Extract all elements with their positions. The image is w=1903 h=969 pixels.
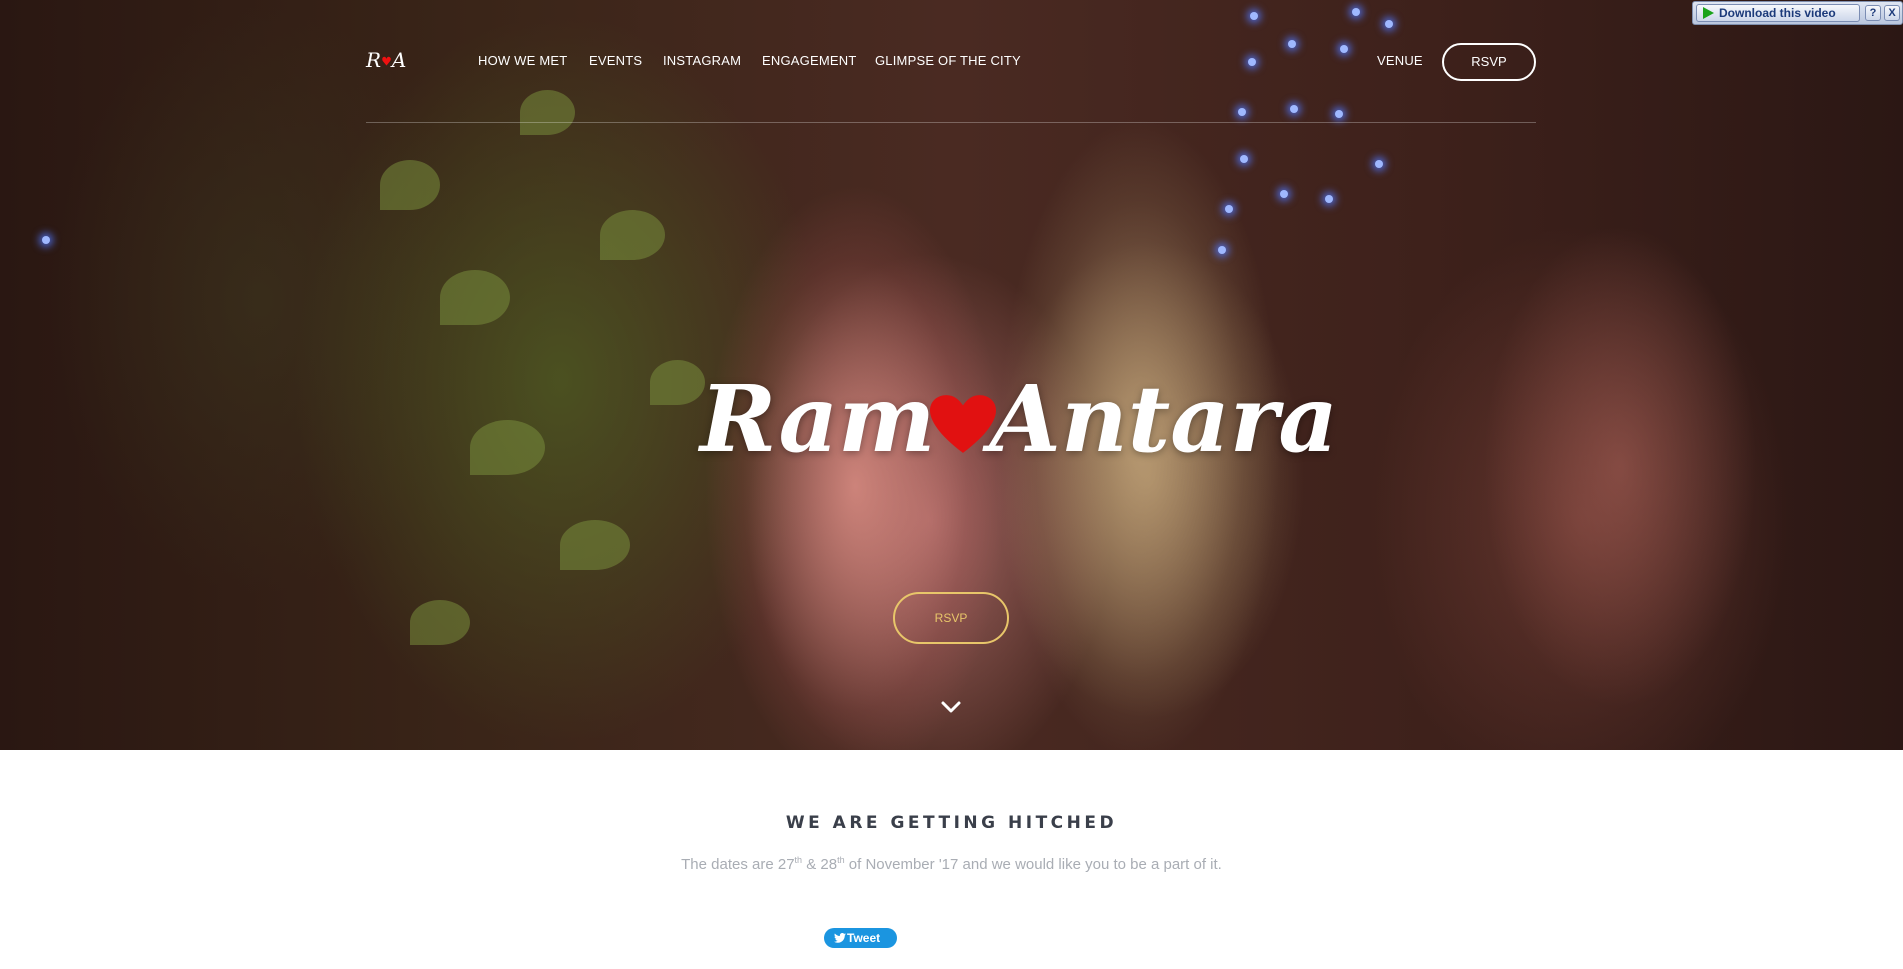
bokeh-light [1225,205,1233,213]
help-button[interactable]: ? [1865,5,1881,21]
logo[interactable]: R♥A [366,48,406,72]
nav-glimpse-of-the-city[interactable]: GLIMPSE OF THE CITY [875,53,1021,68]
section-subtitle: The dates are 27th & 28th of November '1… [0,855,1903,873]
foliage-leaf [650,360,705,405]
play-icon [1703,7,1714,19]
heart-icon [929,395,996,453]
bokeh-light [1240,155,1248,163]
foliage-leaf [470,420,545,475]
nav-engagement[interactable]: ENGAGEMENT [762,53,856,68]
chevron-down-icon[interactable] [940,700,962,714]
foliage-leaf [410,600,470,645]
tweet-button[interactable]: Tweet [824,928,897,948]
foliage-leaf [560,520,630,570]
foliage-leaf [380,160,440,210]
logo-initial-right: A [391,48,407,72]
nav-how-we-met[interactable]: HOW WE MET [478,53,567,68]
nav-rsvp-button[interactable]: RSVP [1442,43,1536,81]
foliage-leaf [600,210,665,260]
hero-rsvp-button[interactable]: RSVP [893,592,1009,644]
close-button[interactable]: X [1884,5,1900,21]
bokeh-light [42,236,50,244]
top-navigation: R♥A HOW WE MET EVENTS INSTAGRAM ENGAGEME… [0,0,1903,124]
bokeh-light [1375,160,1383,168]
hero-photo-reflection [1440,120,1800,750]
subtitle-part: & 28 [802,856,838,873]
download-video-button[interactable]: Download this video [1696,4,1860,22]
logo-initial-left: R [366,48,382,72]
download-video-label: Download this video [1719,6,1836,20]
tweet-label: Tweet [847,931,881,945]
nav-divider [366,122,1536,123]
bokeh-light [1280,190,1288,198]
subtitle-part: The dates are 27 [681,856,795,873]
nav-instagram[interactable]: INSTAGRAM [663,53,741,68]
subtitle-sup: th [794,855,803,865]
twitter-bird-icon [834,933,846,943]
subtitle-sup: th [837,855,845,865]
nav-venue[interactable]: VENUE [1377,53,1423,68]
logo-heart-icon: ♥ [381,54,392,69]
name-ram: Ram [700,365,936,473]
section-title: WE ARE GETTING HITCHED [785,813,1118,833]
bokeh-light [1325,195,1333,203]
nav-events[interactable]: EVENTS [589,53,642,68]
download-video-bar: Download this video ? X [1692,1,1903,25]
subtitle-part: of November '17 and we would like you to… [844,856,1222,873]
name-antara: Antara [989,365,1338,473]
couple-names-title: Ram Antara [700,365,1338,495]
bokeh-light [1218,246,1226,254]
foliage-leaf [440,270,510,325]
